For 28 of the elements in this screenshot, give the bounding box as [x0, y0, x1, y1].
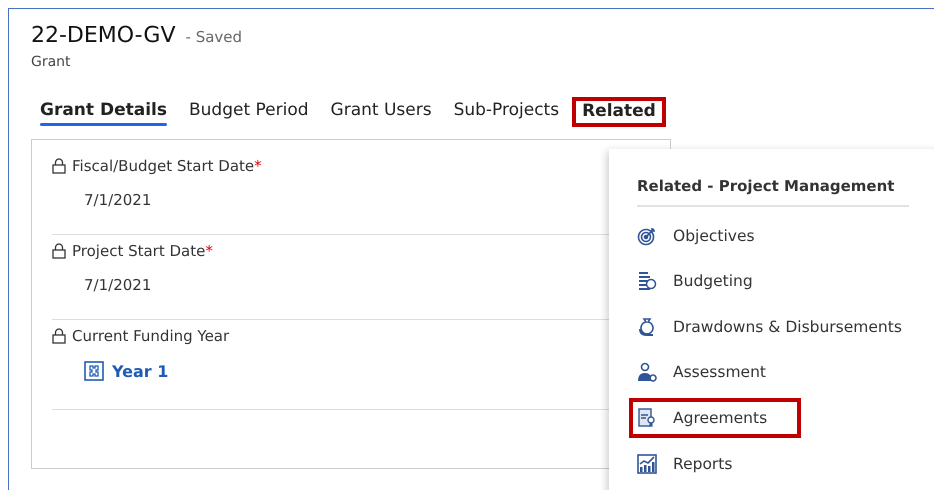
menu-heading: Related - Project Management [637, 177, 909, 207]
menu-item[interactable]: Drawdowns & Disbursements [629, 304, 934, 350]
field-value: 7/1/2021 [84, 191, 152, 209]
field-value: 7/1/2021 [84, 276, 152, 294]
menu-item[interactable]: Reports [629, 441, 766, 486]
money-bag-icon [637, 316, 657, 337]
person-gear-icon [637, 362, 657, 382]
save-status: - Saved [186, 28, 242, 46]
ledger-coin-icon [637, 271, 657, 292]
tab[interactable]: Grant Details [31, 94, 176, 130]
tab[interactable]: Related [572, 97, 666, 127]
tab[interactable]: Budget Period [180, 94, 318, 130]
menu-item[interactable]: Agreements [629, 398, 802, 438]
field-label: Fiscal/Budget Start Date* [72, 157, 262, 175]
target-icon [637, 226, 657, 246]
menu-item[interactable]: Budgeting [629, 258, 787, 304]
certificate-icon [637, 408, 657, 428]
field-label: Current Funding Year [72, 327, 230, 345]
tab[interactable]: Sub-Projects [444, 94, 568, 130]
field-label: Project Start Date* [72, 242, 213, 260]
bar-chart-icon [637, 454, 657, 474]
record-icon [84, 361, 104, 381]
tab[interactable]: Grant Users [322, 94, 441, 130]
lookup-link[interactable]: Year 1 [112, 362, 168, 380]
entity-type: Grant [31, 54, 72, 70]
record-title: 22-DEMO-GV [31, 23, 176, 48]
menu-item[interactable]: Objectives [629, 213, 789, 258]
menu-item[interactable]: Assessment [629, 350, 800, 395]
